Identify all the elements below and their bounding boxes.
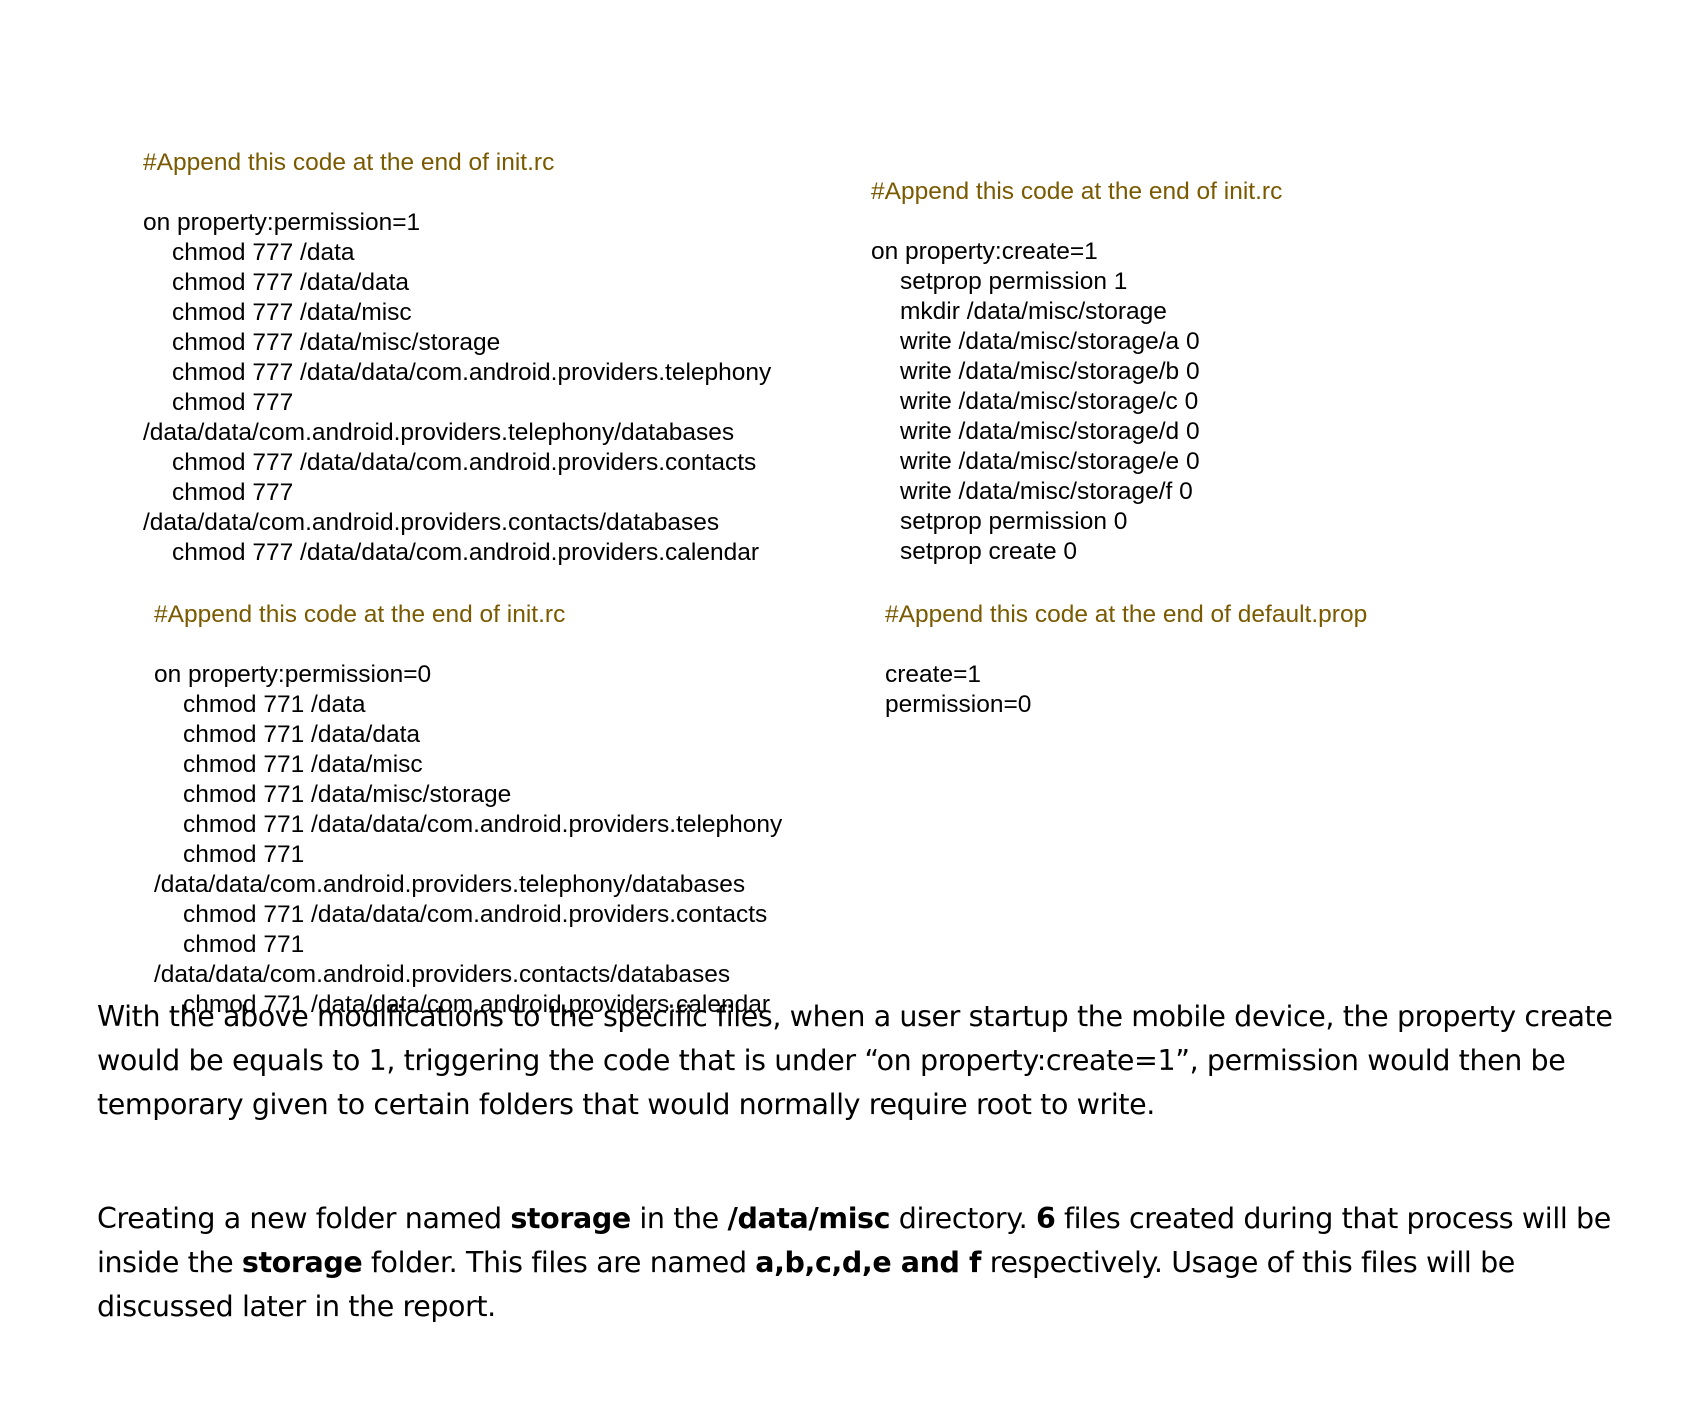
code-line: write /data/misc/storage/b 0 [900, 358, 1200, 385]
paragraph-text: folder. This files are named [362, 1245, 756, 1279]
code-line: /data/data/com.android.providers.contact… [143, 509, 720, 536]
code-comment: #Append this code at the end of default.… [885, 601, 1368, 628]
code-line: chmod 777 [172, 479, 294, 506]
bold-text: storage [241, 1245, 363, 1279]
code-comment: #Append this code at the end of init.rc [143, 149, 555, 176]
code-line: chmod 771 /data/data/com.android.provide… [183, 811, 783, 838]
code-line: chmod 771 /data/misc [183, 751, 423, 778]
paragraph-explanation: With the above modifications to the spec… [97, 995, 1637, 1127]
code-line: /data/data/com.android.providers.telepho… [143, 419, 735, 446]
code-line: chmod 771 [183, 841, 305, 868]
code-block-default-prop: #Append this code at the end of default.… [885, 540, 1367, 720]
code-line: setprop permission 0 [900, 508, 1128, 535]
code-line: chmod 777 /data/misc/storage [172, 329, 501, 356]
code-line: chmod 771 [183, 931, 305, 958]
code-line: chmod 777 /data/data [172, 269, 410, 296]
code-line: /data/data/com.android.providers.contact… [154, 961, 731, 988]
code-line: on property:create=1 [871, 238, 1098, 265]
code-line: permission=0 [885, 691, 1032, 718]
code-line: write /data/misc/storage/d 0 [900, 418, 1200, 445]
code-line: chmod 777 /data/misc [172, 299, 412, 326]
paragraph-text: in the [630, 1201, 728, 1235]
code-line: write /data/misc/storage/c 0 [900, 388, 1199, 415]
code-line: /data/data/com.android.providers.telepho… [154, 871, 746, 898]
code-comment: #Append this code at the end of init.rc [154, 601, 566, 628]
code-line: write /data/misc/storage/e 0 [900, 448, 1200, 475]
bold-text: storage [510, 1201, 631, 1235]
paragraph-text: With the above modifications to the spec… [97, 999, 1613, 1121]
code-line: on property:permission=0 [154, 661, 432, 688]
bold-text: /data/misc [727, 1201, 891, 1235]
code-line: setprop permission 1 [900, 268, 1128, 295]
code-line: create=1 [885, 661, 982, 688]
code-comment: #Append this code at the end of init.rc [871, 178, 1283, 205]
code-line: chmod 771 /data/data/com.android.provide… [183, 901, 768, 928]
code-line: chmod 771 /data/misc/storage [183, 781, 512, 808]
bold-text: 6 [1035, 1201, 1056, 1235]
code-line: write /data/misc/storage/a 0 [900, 328, 1200, 355]
code-line: chmod 771 /data/data [183, 721, 421, 748]
code-line: write /data/misc/storage/f 0 [900, 478, 1193, 505]
code-line: chmod 777 /data/data/com.android.provide… [172, 449, 757, 476]
code-block-init-rc-permission-0: #Append this code at the end of init.rc … [154, 540, 782, 1020]
code-line: mkdir /data/misc/storage [900, 298, 1167, 325]
code-block-init-rc-permission-1: #Append this code at the end of init.rc … [143, 88, 771, 568]
code-line: on property:permission=1 [143, 209, 421, 236]
paragraph-storage-folder: Creating a new folder named storage in t… [97, 1197, 1637, 1329]
code-line: chmod 777 /data [172, 239, 355, 266]
code-block-init-rc-create-1: #Append this code at the end of init.rc … [871, 117, 1282, 567]
paragraph-text: directory. [890, 1201, 1036, 1235]
bold-text: a,b,c,d,e and f [755, 1245, 982, 1279]
code-line: chmod 777 [172, 389, 294, 416]
code-line: chmod 771 /data [183, 691, 366, 718]
paragraph-text: Creating a new folder named [97, 1201, 511, 1235]
code-line: chmod 777 /data/data/com.android.provide… [172, 359, 772, 386]
